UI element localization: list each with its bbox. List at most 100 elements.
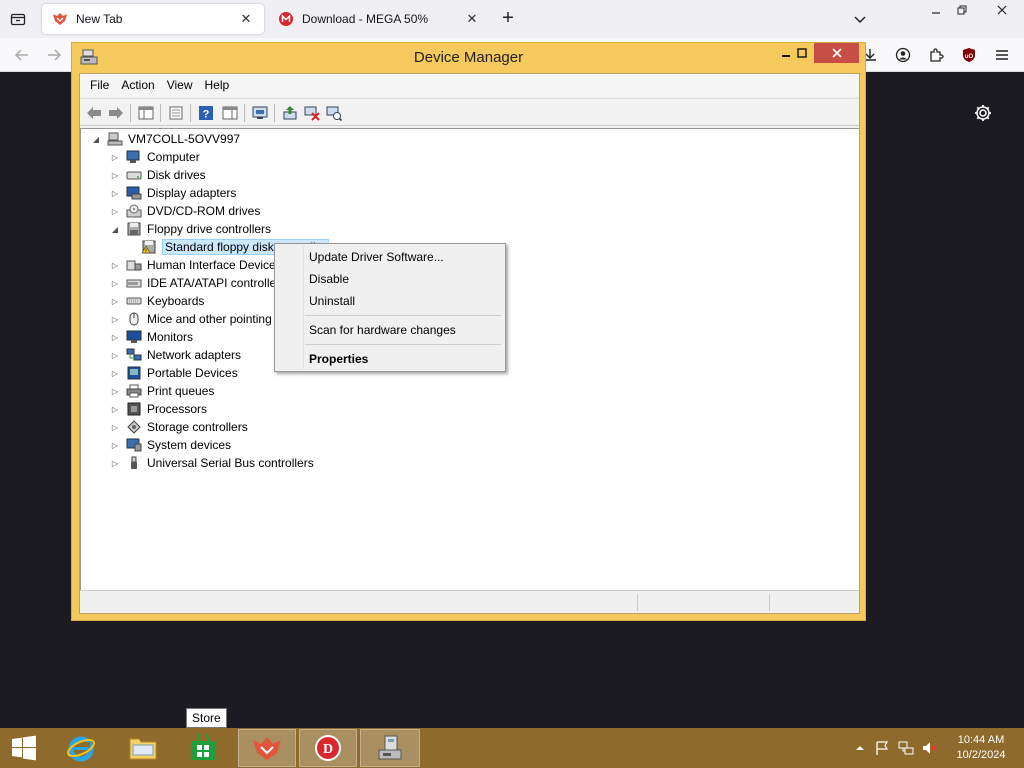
properties-tool-button[interactable] xyxy=(166,103,186,123)
tree-node-storage-controllers[interactable]: ▷ Storage controllers xyxy=(108,418,248,436)
maximize-window-button[interactable] xyxy=(788,43,816,63)
menu-help[interactable]: Help xyxy=(199,76,236,94)
ctx-disable[interactable]: Disable xyxy=(277,268,503,290)
clock-date: 10/2/2024 xyxy=(956,749,1006,761)
tab-mega-download[interactable]: Download - MEGA 50% ✕ xyxy=(268,4,490,34)
show-hide-action-pane-button[interactable] xyxy=(220,103,240,123)
tree-node-floppy-controllers[interactable]: ◢ Floppy drive controllers xyxy=(108,220,271,238)
tree-node-hid[interactable]: ▷ Human Interface Devices xyxy=(108,256,282,274)
expand-icon[interactable]: ▷ xyxy=(108,456,122,470)
account-icon xyxy=(895,47,911,63)
svg-text:D: D xyxy=(323,742,333,757)
taskbar-download-app[interactable]: D xyxy=(299,729,357,767)
close-tab-icon[interactable]: ✕ xyxy=(464,11,480,27)
menu-view[interactable]: View xyxy=(161,76,199,94)
ctx-update-driver[interactable]: Update Driver Software... xyxy=(277,246,503,268)
expand-icon[interactable]: ▷ xyxy=(108,438,122,452)
tree-node-dvd-drives[interactable]: ▷ DVD/CD-ROM drives xyxy=(108,202,260,220)
tree-node-usb-controllers[interactable]: ▷ Universal Serial Bus controllers xyxy=(108,454,314,472)
tree-node-portable-devices[interactable]: ▷ Portable Devices xyxy=(108,364,238,382)
expand-icon[interactable]: ▷ xyxy=(108,204,122,218)
taskbar-internet-explorer[interactable] xyxy=(58,729,104,767)
app-menu-button[interactable] xyxy=(990,44,1014,66)
menu-file[interactable]: File xyxy=(84,76,115,94)
expand-icon[interactable]: ▷ xyxy=(108,258,122,272)
back-tool-button[interactable] xyxy=(84,103,104,123)
close-tab-icon[interactable]: ✕ xyxy=(238,11,254,27)
extensions-button[interactable] xyxy=(924,44,948,66)
toolbar-separator xyxy=(274,104,275,122)
taskbar-device-manager[interactable] xyxy=(360,729,420,767)
expand-icon[interactable]: ▷ xyxy=(108,276,122,290)
taskbar-clock[interactable]: 10:44 AM 10/2/2024 xyxy=(946,733,1016,763)
forward-button[interactable] xyxy=(42,44,66,66)
help-tool-button[interactable]: ? xyxy=(196,103,216,123)
context-menu: Update Driver Software... Disable Uninst… xyxy=(274,243,506,372)
expand-icon[interactable]: ▷ xyxy=(108,186,122,200)
expand-icon[interactable]: ▷ xyxy=(108,168,122,182)
tab-new-tab[interactable]: New Tab ✕ xyxy=(42,4,264,34)
collapse-icon[interactable]: ◢ xyxy=(108,222,122,236)
expand-icon[interactable]: ▷ xyxy=(108,330,122,344)
menu-action[interactable]: Action xyxy=(115,76,160,94)
taskbar-file-explorer[interactable] xyxy=(120,729,166,767)
expand-icon[interactable]: ▷ xyxy=(108,294,122,308)
update-driver-icon xyxy=(283,106,297,120)
update-driver-tool-button[interactable] xyxy=(280,103,300,123)
tree-node-monitors[interactable]: ▷ Monitors xyxy=(108,328,193,346)
taskbar-store[interactable] xyxy=(180,729,226,767)
ublock-button[interactable]: uO xyxy=(957,44,981,66)
list-all-tabs-button[interactable] xyxy=(842,8,878,30)
tab-list-button[interactable] xyxy=(0,0,36,38)
expand-icon[interactable]: ▷ xyxy=(108,402,122,416)
close-window-button[interactable] xyxy=(814,43,859,63)
node-label: Human Interface Devices xyxy=(147,258,282,272)
tree-node-keyboards[interactable]: ▷ Keyboards xyxy=(108,292,204,310)
ctx-uninstall[interactable]: Uninstall xyxy=(277,290,503,312)
tree-node-ide[interactable]: ▷ IDE ATA/ATAPI controllers xyxy=(108,274,286,292)
expand-icon[interactable]: ▷ xyxy=(108,420,122,434)
node-label: Computer xyxy=(147,150,200,164)
tree-node-system-devices[interactable]: ▷ System devices xyxy=(108,436,231,454)
view-devices-tool-button[interactable] xyxy=(250,103,270,123)
show-hidden-icons-button[interactable] xyxy=(852,740,868,756)
internet-explorer-icon xyxy=(67,736,95,762)
close-icon xyxy=(997,5,1007,15)
newtab-settings-button[interactable] xyxy=(972,102,994,124)
expand-icon[interactable]: ▷ xyxy=(108,348,122,362)
taskbar-browser[interactable] xyxy=(238,729,296,767)
folder-icon xyxy=(129,738,157,760)
window-titlebar[interactable]: Device Manager xyxy=(72,43,865,73)
expand-icon[interactable]: ▷ xyxy=(108,312,122,326)
volume-button[interactable] xyxy=(922,740,938,756)
tree-node-display-adapters[interactable]: ▷ Display adapters xyxy=(108,184,236,202)
tree-node-network-adapters[interactable]: ▷ Network adapters xyxy=(108,346,241,364)
forward-tool-button[interactable] xyxy=(106,103,126,123)
tree-node-processors[interactable]: ▷ Processors xyxy=(108,400,207,418)
new-tab-button[interactable]: + xyxy=(496,8,520,30)
action-center-button[interactable] xyxy=(874,740,890,756)
start-button[interactable] xyxy=(4,729,44,767)
restore-browser-button[interactable] xyxy=(944,0,980,20)
tree-node-print-queues[interactable]: ▷ Print queues xyxy=(108,382,214,400)
expand-icon[interactable]: ▷ xyxy=(108,366,122,380)
scan-hardware-tool-button[interactable] xyxy=(324,103,344,123)
download-manager-icon: D xyxy=(315,735,341,761)
account-button[interactable] xyxy=(891,44,915,66)
chevron-up-icon xyxy=(856,746,864,750)
expand-icon[interactable]: ▷ xyxy=(108,384,122,398)
ctx-scan-hardware[interactable]: Scan for hardware changes xyxy=(277,319,503,341)
show-hide-console-tree-button[interactable] xyxy=(136,103,156,123)
tree-root-node[interactable]: ◢ VM7COLL-5OVV997 xyxy=(89,130,240,148)
collapse-icon[interactable]: ◢ xyxy=(89,132,103,146)
browser-tab-bar: New Tab ✕ Download - MEGA 50% ✕ + xyxy=(0,0,1024,38)
tab-list-icon xyxy=(10,13,26,26)
network-status-button[interactable] xyxy=(898,740,914,756)
ctx-properties[interactable]: Properties xyxy=(277,348,503,370)
back-button[interactable] xyxy=(10,44,34,66)
tree-node-computer[interactable]: ▷ Computer xyxy=(108,148,200,166)
uninstall-tool-button[interactable] xyxy=(302,103,322,123)
expand-icon[interactable]: ▷ xyxy=(108,150,122,164)
close-browser-button[interactable] xyxy=(980,0,1024,20)
tree-node-disk-drives[interactable]: ▷ Disk drives xyxy=(108,166,206,184)
